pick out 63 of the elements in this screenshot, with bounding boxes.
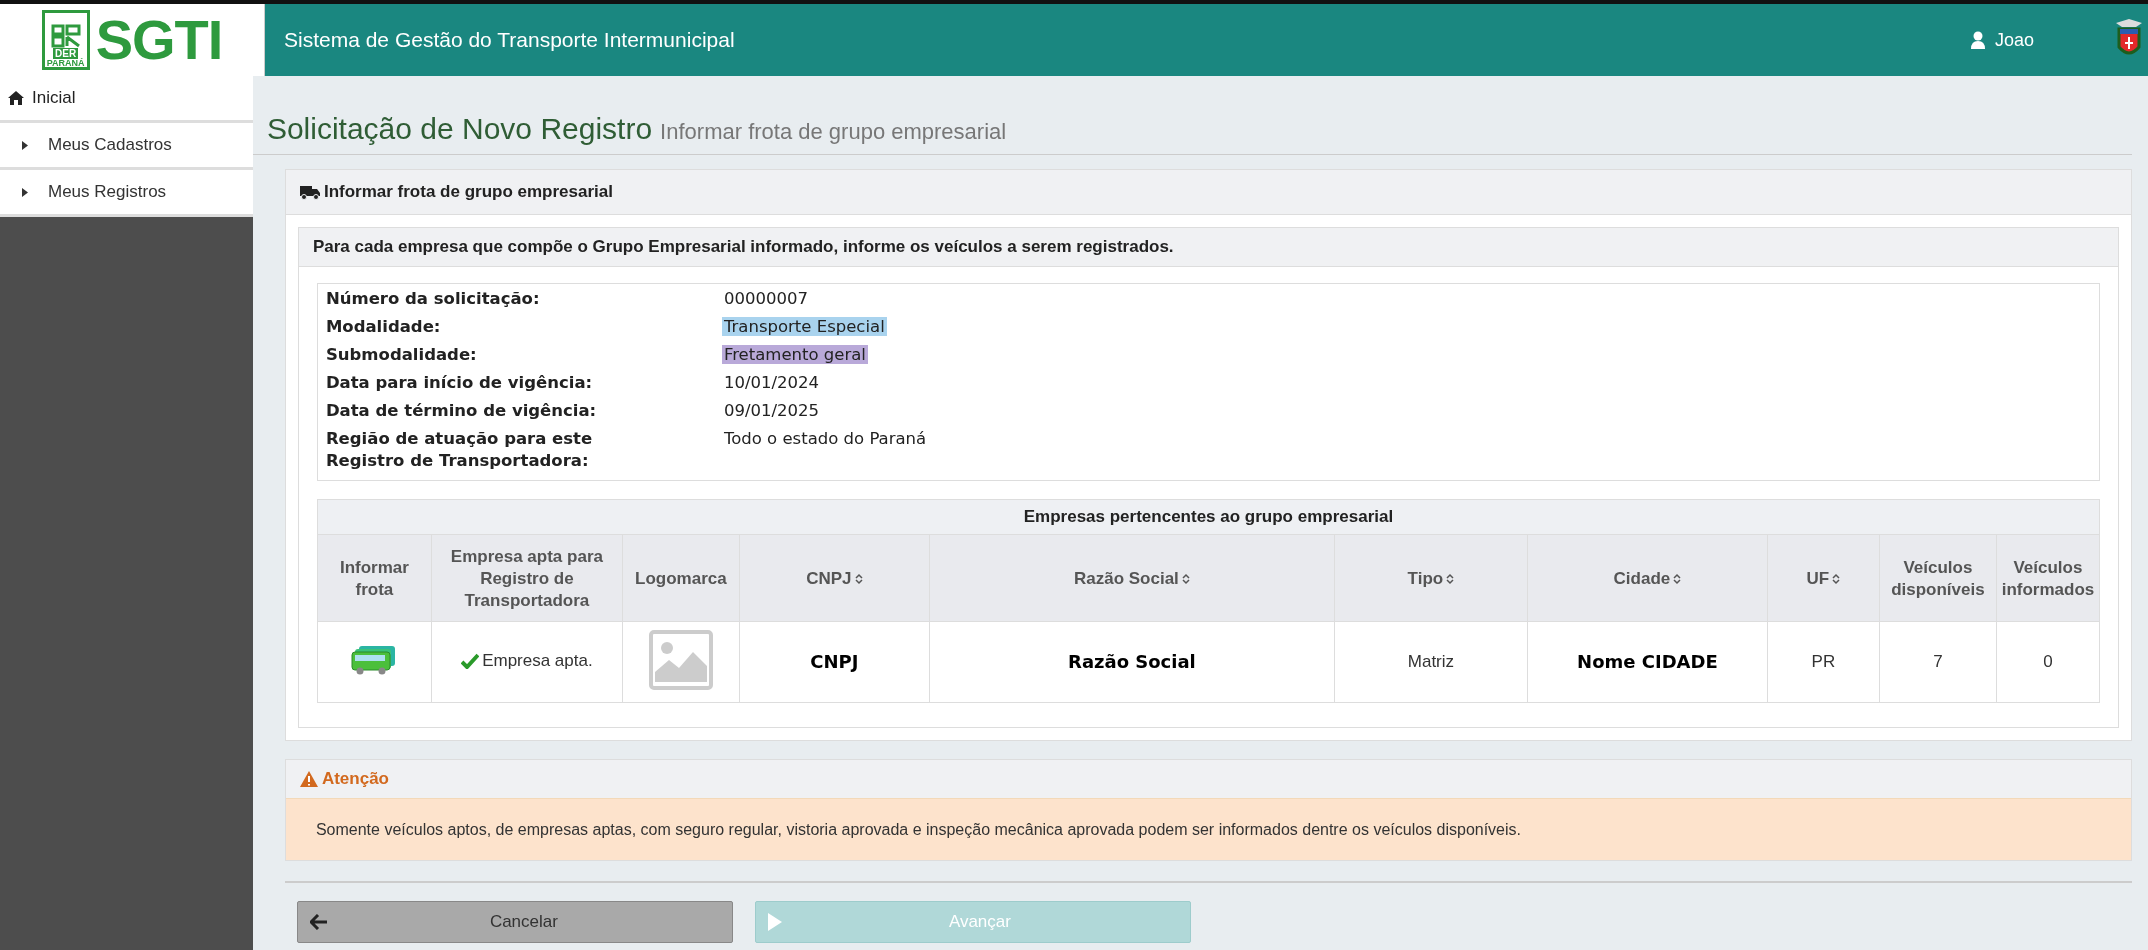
field-value: 00000007 <box>722 289 809 308</box>
field-value: Todo o estado do Paraná <box>722 429 928 448</box>
sort-icon[interactable] <box>1446 572 1455 585</box>
apta-status: Empresa apta. <box>482 650 593 671</box>
field-label: Modalidade: <box>325 316 442 338</box>
column-header: Empresa apta para Registro de Transportadora <box>450 547 603 610</box>
checkmark-icon <box>461 652 480 669</box>
field-value: 09/01/2025 <box>722 401 820 420</box>
der-logo-text: DER <box>53 48 79 59</box>
sgti-logo-text: SGTI <box>95 12 223 68</box>
field-label: Data para início de vigência: <box>325 372 594 394</box>
page-subtitle: Informar frota de grupo empresarial <box>660 119 1007 145</box>
field-value: 10/01/2024 <box>722 373 820 392</box>
instruction-text: Para cada empresa que compõe o Grupo Empresarial informado, informe os veículos a serem registrados. <box>312 237 1174 257</box>
der-logo-subtext: PARANÁ <box>46 59 85 67</box>
alert-message: Somente veículos aptos, de empresas aptas, com seguro regular, vistoria aprovada e inspeção mecânica aprovada podem ser informados dentre os veículos disponíveis. <box>315 820 1521 839</box>
page-title: Solicitação de Novo Registro <box>266 112 653 146</box>
play-icon <box>767 913 782 931</box>
caret-icon <box>22 187 28 197</box>
column-header: Veículos informados <box>2001 558 2095 599</box>
app-title: Sistema de Gestão do Transporte Intermunicipal <box>284 28 736 52</box>
home-icon <box>8 91 24 105</box>
column-header[interactable]: UF <box>1806 569 1830 588</box>
field-value: Fretamento geral <box>721 345 868 364</box>
field-value: Transporte Especial <box>721 317 887 336</box>
sidebar-item[interactable]: Meus Cadastros <box>0 123 253 170</box>
table-title: Empresas pertencentes ao grupo empresarial <box>1023 507 1394 526</box>
warning-icon <box>299 771 318 787</box>
table-cell-text: Razão Social <box>1068 651 1196 672</box>
user-icon[interactable] <box>1970 31 1985 49</box>
field-label: Data de término de vigência: <box>325 400 598 422</box>
sidebar-item[interactable]: Inicial <box>0 76 253 123</box>
table-cell-text: CNPJ <box>810 651 859 672</box>
arrow-left-icon <box>309 914 328 930</box>
table-cell-text: Matriz <box>1407 652 1455 671</box>
field-label: Submodalidade: <box>325 344 478 366</box>
sort-icon[interactable] <box>1832 572 1841 585</box>
column-header[interactable]: Tipo <box>1407 569 1444 588</box>
field-label: Número da solicitação: <box>325 288 541 310</box>
caret-icon <box>22 140 28 150</box>
sidebar-item[interactable]: Meus Registros <box>0 170 253 217</box>
field-label: Região de atuação para este Registro de Transportadora: <box>325 428 594 472</box>
column-header: Veículos disponíveis <box>1891 558 1985 599</box>
table-cell-text: 0 <box>2043 652 2053 671</box>
table-cell-text: 7 <box>1933 652 1943 671</box>
truck-icon <box>299 184 320 200</box>
der-emblem-icon <box>50 24 81 48</box>
column-header[interactable]: Razão Social <box>1073 569 1179 588</box>
table-cell-text: PR <box>1811 652 1836 671</box>
column-header: Logomarca <box>635 569 727 588</box>
sort-icon[interactable] <box>1181 572 1190 585</box>
sort-icon[interactable] <box>854 572 863 585</box>
bus-icon[interactable] <box>351 643 398 676</box>
image-placeholder-icon <box>648 629 713 690</box>
sort-icon[interactable] <box>1673 572 1682 585</box>
alert-title: Atenção <box>321 769 389 789</box>
table-cell-text: Nome CIDADE <box>1577 651 1718 672</box>
user-name[interactable]: Joao <box>1994 29 2034 51</box>
column-header[interactable]: CNPJ <box>806 569 852 588</box>
cancel-button[interactable]: Cancelar <box>296 901 733 943</box>
panel-title: Informar frota de grupo empresarial <box>323 182 613 202</box>
column-header: Informar frota <box>339 558 409 599</box>
column-header[interactable]: Cidade <box>1613 569 1671 588</box>
